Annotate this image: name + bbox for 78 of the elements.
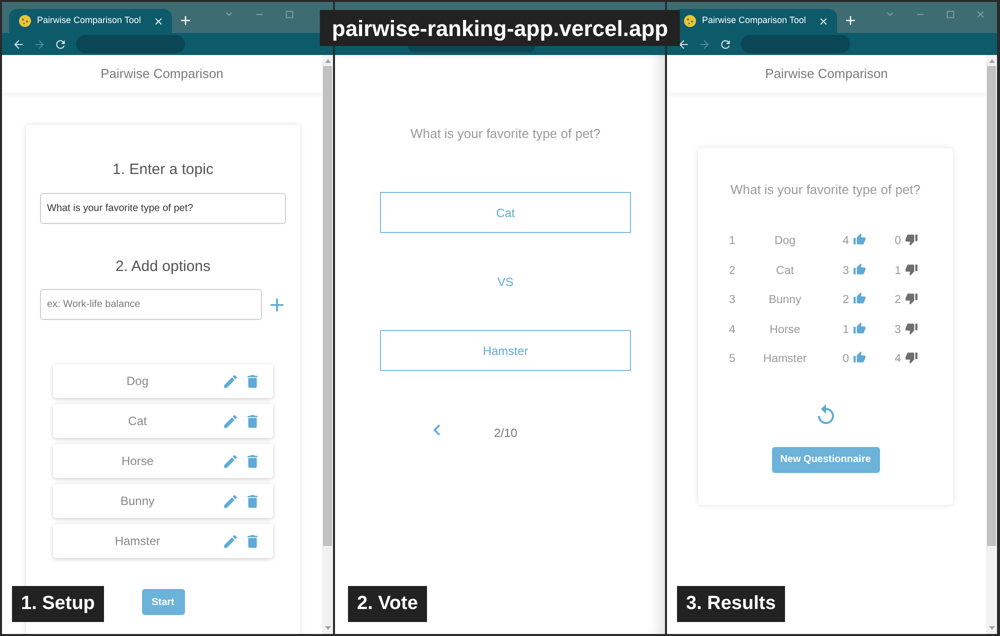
reload-icon[interactable] — [719, 38, 732, 50]
rank-number: 1 — [729, 234, 736, 250]
option-name: Cat — [776, 264, 794, 279]
upvote-count: 1 — [842, 322, 849, 338]
scroll-up-arrow-icon[interactable] — [324, 59, 330, 63]
browser-tab[interactable]: Pairwise Comparison Tool — [9, 9, 172, 33]
new-questionnaire-button[interactable]: New Questionnaire — [772, 446, 880, 472]
option-name: Horse — [120, 453, 154, 470]
topic-input[interactable]: What is your favorite type of pet? — [40, 193, 286, 224]
pencil-icon[interactable] — [222, 532, 239, 550]
reload-icon[interactable] — [54, 38, 67, 50]
favicon-icon — [19, 15, 31, 27]
option-name: Hamster — [763, 352, 807, 368]
option-name: Cat — [127, 413, 148, 430]
question-text: What is your favorite type of pet? — [730, 181, 921, 199]
back-arrow-icon[interactable] — [677, 38, 690, 50]
step-caption: 1. Setup — [12, 586, 104, 622]
downvote-count: 2 — [894, 293, 901, 308]
section-heading: 2. Add options — [115, 258, 211, 276]
thumbs-up-icon — [853, 322, 866, 335]
rank-number: 3 — [729, 293, 736, 308]
scroll-up-arrow-icon[interactable] — [988, 59, 994, 63]
pencil-icon[interactable] — [222, 372, 239, 390]
upvote-count: 2 — [842, 293, 849, 308]
downvote-count: 0 — [894, 234, 901, 250]
start-button[interactable]: Start — [142, 589, 184, 615]
downvote-count: 4 — [894, 352, 901, 368]
thumbs-up-icon — [853, 292, 866, 306]
scrollbar-thumb[interactable] — [987, 66, 996, 546]
scrollbar-thumb[interactable] — [323, 66, 332, 546]
upvote-count: 0 — [842, 352, 849, 368]
option-input[interactable]: ex: Work-life balance — [40, 289, 262, 320]
option-name: Horse — [770, 322, 800, 338]
thumbs-down-icon — [905, 322, 918, 335]
rank-number: 2 — [729, 264, 736, 279]
downvote-count: 1 — [894, 264, 901, 279]
url-caption: pairwise-ranking-app.vercel.app — [320, 10, 680, 46]
maximize-icon[interactable] — [284, 8, 295, 20]
option-name: Dog — [774, 234, 796, 250]
thumbs-down-icon — [905, 233, 918, 246]
maximize-icon[interactable] — [945, 8, 956, 20]
thumbs-up-icon — [853, 262, 866, 276]
option-name: Bunny — [768, 293, 802, 308]
page-title: Pairwise Comparison — [100, 65, 224, 84]
option-name: Bunny — [119, 493, 156, 510]
choice-button[interactable]: Hamster — [380, 330, 631, 371]
upvote-count: 3 — [842, 264, 849, 279]
page-title: Pairwise Comparison — [765, 65, 888, 84]
scrollbar[interactable] — [986, 55, 997, 634]
step-caption: 3. Results — [677, 586, 785, 622]
rank-number: 5 — [729, 352, 736, 368]
rank-number: 4 — [729, 322, 736, 338]
pencil-icon[interactable] — [222, 452, 239, 470]
upvote-count: 4 — [842, 234, 849, 250]
close-icon[interactable] — [975, 8, 986, 20]
close-tab-icon[interactable] — [818, 16, 829, 26]
pencil-icon[interactable] — [222, 492, 239, 510]
thumbs-up-icon — [853, 233, 866, 246]
back-arrow-icon[interactable] — [12, 38, 25, 50]
choice-button[interactable]: Cat — [380, 192, 631, 233]
scroll-down-arrow-icon[interactable] — [324, 626, 330, 630]
thumbs-down-icon — [905, 262, 918, 276]
question-text: What is your favorite type of pet? — [410, 126, 601, 142]
scroll-down-arrow-icon[interactable] — [988, 626, 994, 630]
scrollbar[interactable] — [322, 55, 333, 634]
downvote-count: 3 — [894, 322, 901, 338]
thumbs-up-icon — [853, 351, 866, 364]
section-heading: 1. Enter a topic — [112, 161, 214, 179]
thumbs-down-icon — [905, 351, 918, 364]
versus-text: VS — [497, 275, 514, 289]
option-name: Dog — [125, 373, 150, 390]
option-name: Hamster — [114, 533, 162, 550]
step-caption: 2. Vote — [348, 586, 427, 622]
pencil-icon[interactable] — [222, 412, 239, 430]
progress-text: 2/10 — [494, 425, 518, 442]
thumbs-down-icon — [905, 292, 918, 306]
favicon-icon — [684, 15, 696, 27]
close-tab-icon[interactable] — [152, 16, 164, 26]
